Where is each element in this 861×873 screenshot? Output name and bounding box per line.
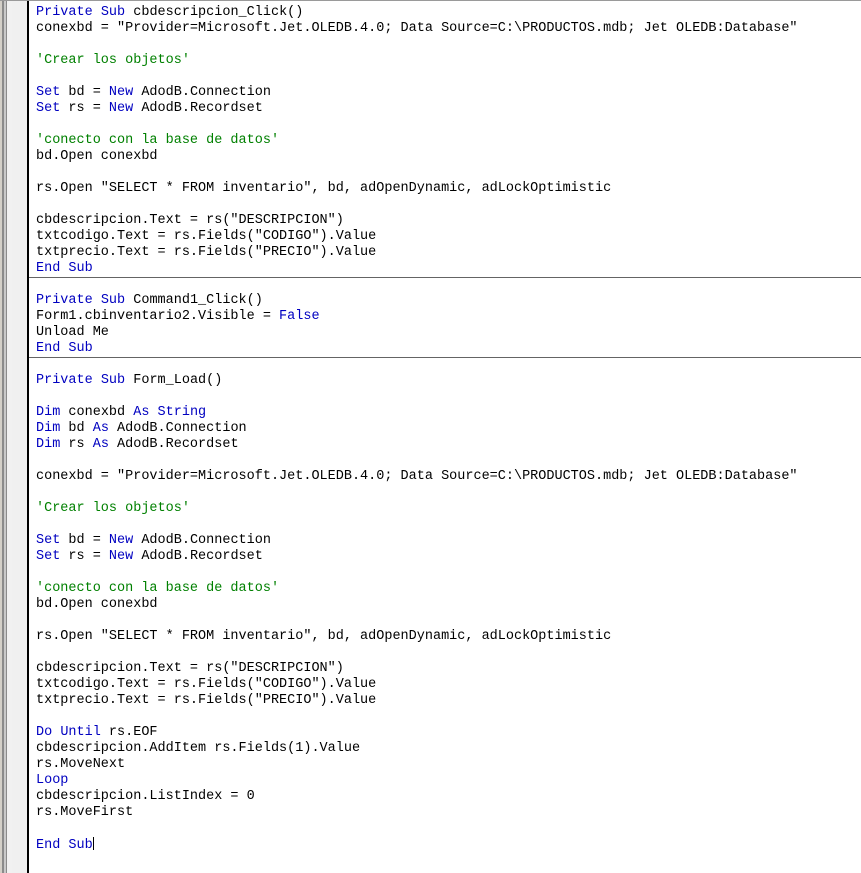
code-keyword: Dim [36,405,61,420]
code-keyword: Sub [68,838,93,853]
code-text: txtcodigo.Text = rs.Fields("CODIGO").Val… [36,677,377,692]
code-text: AdodB.Connection [133,85,271,100]
code-keyword: String [157,405,207,420]
code-keyword: As [133,405,150,420]
code-text: AdodB.Recordset [133,101,263,116]
code-comment: 'conecto con la base de datos' [36,133,280,148]
code-text: rs.MoveFirst [36,805,134,820]
code-text: rs.Open "SELECT * FROM inventario", bd, … [36,181,612,196]
code-text: rs = [60,101,109,116]
source-code[interactable]: Private Sub cbdescripcion_Click() conexb… [36,5,861,854]
code-comment: 'Crear los objetos' [36,501,190,516]
code-keyword: Sub [100,293,126,308]
code-text: bd = [60,85,109,100]
code-keyword: Until [60,725,101,740]
code-text: cbdescripcion.Text = rs("DESCRIPCION") [36,213,344,228]
code-text: txtprecio.Text = rs.Fields("PRECIO").Val… [36,693,377,708]
code-keyword: End [36,838,61,853]
code-keyword: Sub [100,5,126,20]
code-text: cbdescripcion.Text = rs("DESCRIPCION") [36,661,344,676]
code-keyword: As [92,421,109,436]
code-keyword: Set [36,101,61,116]
code-keyword: Private [36,5,93,20]
code-text: txtcodigo.Text = rs.Fields("CODIGO").Val… [36,229,377,244]
code-text-area[interactable]: Private Sub cbdescripcion_Click() conexb… [29,1,861,873]
code-editor-window[interactable]: Private Sub cbdescripcion_Click() conexb… [0,0,861,873]
code-keyword: Dim [36,421,61,436]
code-keyword: End [36,341,61,356]
procedure-separator-1 [29,277,861,278]
code-comment: 'conecto con la base de datos' [36,581,280,596]
code-text: rs.EOF [100,725,158,740]
code-comment: 'Crear los objetos' [36,53,190,68]
code-keyword: False [279,309,320,324]
code-text: rs [60,437,93,452]
code-text: rs.Open "SELECT * FROM inventario", bd, … [36,629,612,644]
code-text: bd.Open conexbd [36,597,158,612]
code-keyword: End [36,261,61,276]
code-keyword: Dim [36,437,61,452]
code-keyword: Set [36,85,61,100]
code-text: cbdescripcion_Click() [125,5,304,20]
code-text: conexbd = "Provider=Microsoft.Jet.OLEDB.… [36,21,798,36]
code-text: bd = [60,533,109,548]
code-keyword: Loop [36,773,69,788]
code-keyword: New [108,533,134,548]
code-text: Form1.cbinventario2.Visible = [36,309,280,324]
code-keyword: New [108,549,134,564]
code-padding-wrapper: Private Sub cbdescripcion_Click() conexb… [29,1,861,854]
code-text: Form_Load() [125,373,223,388]
code-text: Unload Me [36,325,109,340]
code-text: cbdescripcion.ListIndex = 0 [36,789,255,804]
procedure-separator-2 [29,357,861,358]
code-text: AdodB.Recordset [108,437,239,452]
code-keyword: As [92,437,109,452]
code-keyword: Sub [100,373,126,388]
code-keyword: Private [36,293,93,308]
code-text: cbdescripcion.AddItem rs.Fields(1).Value [36,741,361,756]
code-keyword: Sub [68,261,93,276]
code-keyword: Set [36,533,61,548]
code-text: bd.Open conexbd [36,149,158,164]
editor-margin-indicator-bar[interactable] [12,1,27,873]
text-caret [92,837,94,850]
code-text: AdodB.Connection [133,533,271,548]
code-text: rs = [60,549,109,564]
code-keyword: New [108,101,134,116]
code-text: AdodB.Recordset [133,549,263,564]
code-text: txtprecio.Text = rs.Fields("PRECIO").Val… [36,245,377,260]
code-text: conexbd [60,405,134,420]
code-keyword: Set [36,549,61,564]
code-keyword: New [108,85,134,100]
code-keyword: Sub [68,341,93,356]
code-text: rs.MoveNext [36,757,126,772]
code-text: AdodB.Connection [108,421,247,436]
window-frame-left-bevel [0,1,12,873]
code-keyword: Private [36,373,93,388]
code-text: bd [60,421,93,436]
code-text: Command1_Click() [125,293,263,308]
code-text: conexbd = "Provider=Microsoft.Jet.OLEDB.… [36,469,798,484]
code-keyword: Do [36,725,53,740]
